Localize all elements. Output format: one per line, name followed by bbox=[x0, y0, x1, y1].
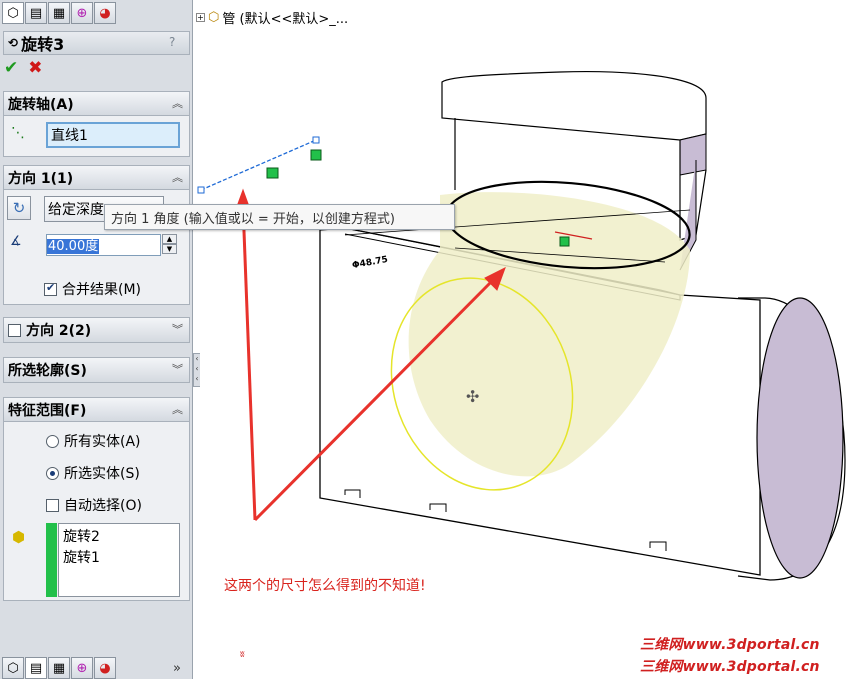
watermark: 三维网www.3dportal.cn bbox=[640, 637, 820, 653]
top-cap-side bbox=[679, 133, 707, 176]
sketch-endpoint[interactable] bbox=[197, 186, 205, 194]
horizontal-marker bbox=[266, 167, 279, 179]
question-caption: 这两个的尺寸怎么得到的不知道! bbox=[224, 578, 426, 594]
small-marker-icon: ʬ bbox=[240, 650, 245, 660]
part-icon: ⬡ bbox=[208, 10, 220, 25]
tree-root-label: 管 (默认<<默认>_... bbox=[222, 12, 349, 27]
origin-marker bbox=[559, 236, 570, 247]
watermark: 三维网www.3dportal.cn bbox=[640, 659, 820, 675]
feature-tree-root[interactable]: + ⬡ 管 (默认<<默认>_... bbox=[196, 8, 348, 27]
move-handle-icon[interactable]: ✣ bbox=[466, 387, 479, 406]
coincident-marker bbox=[310, 149, 322, 161]
angle-tooltip: 方向 1 角度 (输入值或以 = 开始，以创建方程式) bbox=[104, 204, 455, 230]
sketch-endpoint[interactable] bbox=[312, 136, 320, 144]
model-view: ✣ bbox=[197, 71, 846, 581]
sketch-line[interactable] bbox=[200, 139, 317, 191]
expand-icon[interactable]: + bbox=[196, 13, 205, 22]
pipe-end-face[interactable] bbox=[756, 297, 844, 579]
top-cap[interactable] bbox=[441, 71, 707, 141]
